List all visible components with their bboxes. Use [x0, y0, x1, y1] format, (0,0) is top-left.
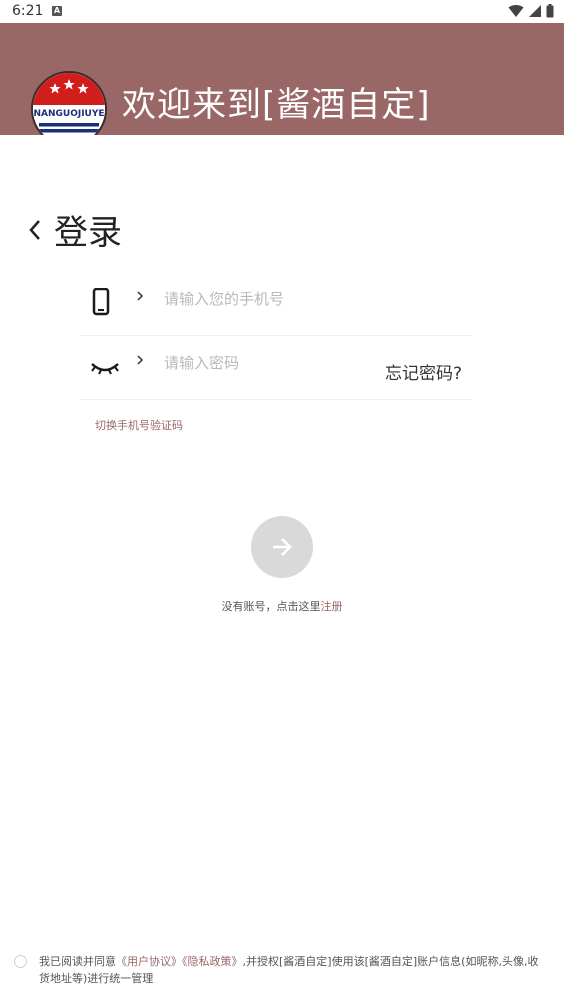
phone-input[interactable] — [164, 290, 374, 308]
arrow-right-icon — [273, 538, 292, 556]
register-link[interactable]: 注册 — [321, 600, 343, 613]
login-submit-button[interactable] — [251, 516, 313, 578]
privacy-policy-link[interactable]: 《隐私政策》 — [182, 955, 243, 968]
switch-sms-login-link[interactable]: 切换手机号验证码 — [95, 417, 183, 433]
agreement-prefix: 我已阅读并同意 — [39, 955, 116, 968]
user-agreement-link[interactable]: 《用户协议》 — [116, 955, 182, 968]
status-time: 6:21 — [12, 3, 44, 19]
chevron-right-icon — [137, 355, 144, 365]
back-button[interactable] — [28, 210, 50, 250]
login-header: 登录 — [28, 205, 122, 254]
page-title: 登录 — [54, 213, 122, 253]
brand-logo-graphic: NANGUOJIUYE — [33, 73, 105, 135]
status-icons — [508, 4, 554, 18]
phone-icon — [92, 288, 110, 316]
forgot-password-link[interactable]: 忘记密码? — [385, 359, 462, 384]
header-banner: NANGUOJIUYE 欢迎来到[酱酒自定] — [0, 23, 564, 135]
phone-field — [80, 270, 472, 336]
chevron-left-icon[interactable] — [28, 218, 42, 242]
chevron-right-icon — [137, 291, 144, 301]
logo-text: NANGUOJIUYE — [33, 109, 104, 119]
notification-icon: A — [52, 6, 62, 16]
agreement-text: 我已阅读并同意《用户协议》《隐私政策》,并授权[酱酒自定]使用该[酱酒自定]账户… — [39, 953, 539, 987]
register-prefix: 没有账号，点击这里 — [221, 600, 321, 613]
eye-closed-icon[interactable] — [90, 352, 120, 380]
signal-icon — [529, 5, 541, 17]
brand-logo: NANGUOJIUYE — [31, 71, 107, 135]
battery-icon — [546, 4, 554, 18]
status-bar: 6:21 A — [0, 0, 564, 23]
welcome-title: 欢迎来到[酱酒自定] — [122, 85, 431, 125]
register-prompt: 没有账号，点击这里注册 — [0, 598, 564, 614]
agreement-checkbox[interactable] — [14, 955, 27, 968]
wifi-icon — [508, 5, 524, 18]
password-input[interactable] — [164, 354, 374, 372]
password-field: 忘记密码? — [80, 334, 472, 400]
